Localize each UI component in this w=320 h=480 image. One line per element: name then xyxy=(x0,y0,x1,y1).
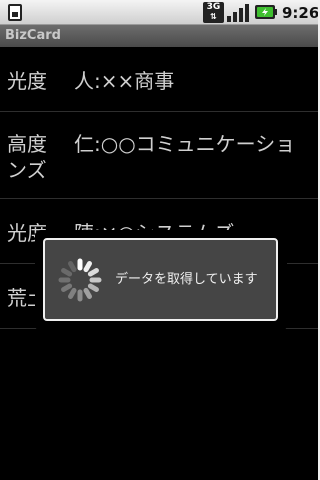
contact-name: 光度 xyxy=(7,69,47,93)
network-type-label: 3G xyxy=(206,2,221,12)
status-bar: 3G ⇅ 9:26 xyxy=(0,0,320,25)
clock: 9:26 xyxy=(282,4,320,22)
contact-company: 仁:○○コミュニケーショ xyxy=(74,132,296,156)
battery-charging-icon xyxy=(255,5,277,19)
contact-name: 高度ンズ xyxy=(7,132,47,182)
contact-company: 人:××商事 xyxy=(74,69,175,93)
data-activity-arrows: ⇅ xyxy=(210,12,217,21)
progress-dialog: データを取得しています xyxy=(43,238,278,321)
signal-icon xyxy=(227,4,249,22)
list-item[interactable]: 光度 人:××商事 xyxy=(0,47,320,112)
list-item[interactable]: 高度ンズ 仁:○○コミュニケーショ xyxy=(0,112,320,199)
app-title: BizCard xyxy=(5,28,61,43)
app-title-bar: BizCard xyxy=(0,25,320,47)
sim-card-icon xyxy=(8,4,22,21)
loading-spinner-icon xyxy=(58,258,102,302)
dialog-message: データを取得しています xyxy=(115,272,258,287)
3g-icon: 3G ⇅ xyxy=(203,2,224,23)
